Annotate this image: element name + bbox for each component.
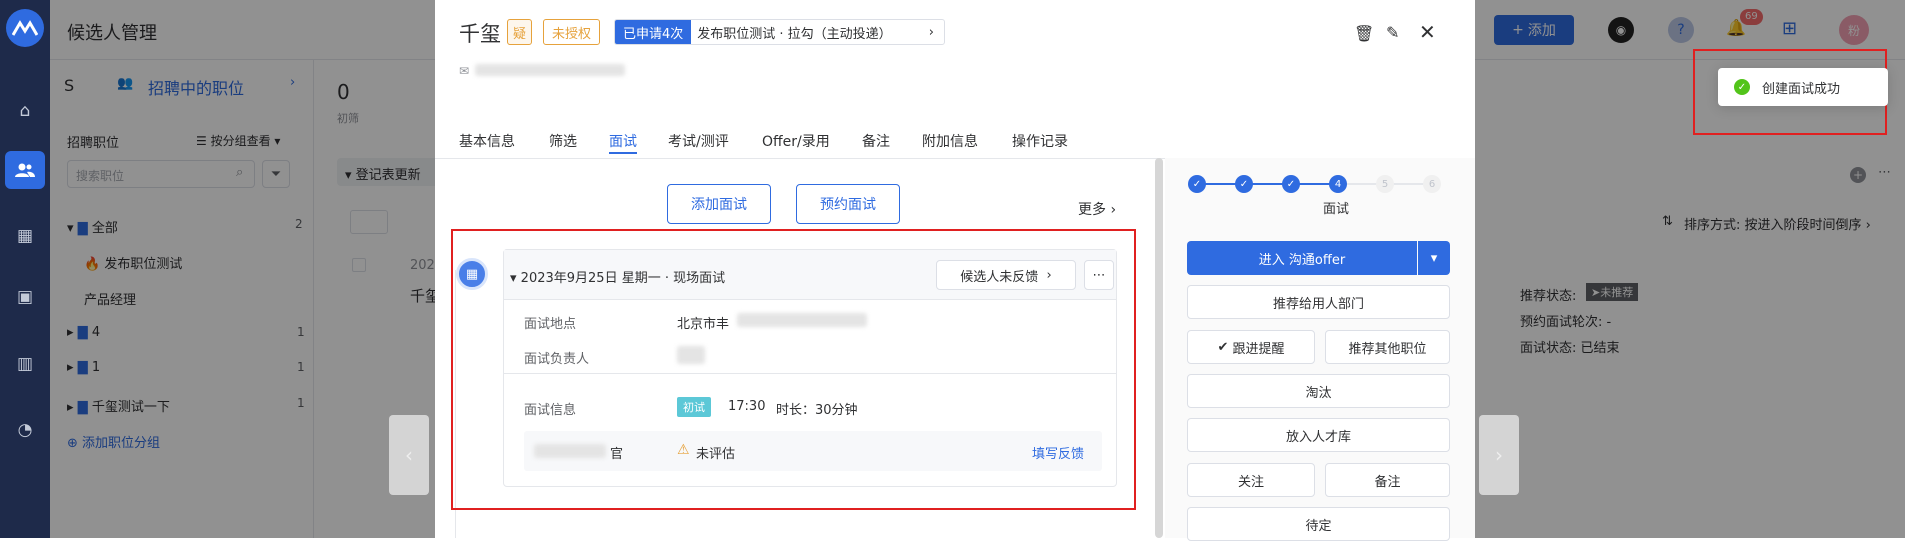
doubt-tag: 疑 <box>507 19 533 45</box>
chevron-right-icon: › <box>928 24 934 40</box>
stage-step-1: ✓ <box>1188 175 1206 193</box>
stage-step-5: 5 <box>1376 175 1394 193</box>
follow-up-reminder-button[interactable]: ✔ 跟进提醒 <box>1187 330 1315 364</box>
note-button[interactable]: 备注 <box>1325 463 1450 497</box>
tab-offer[interactable]: Offer/录用 <box>762 131 830 151</box>
success-check-icon: ✓ <box>1734 79 1750 95</box>
calendar-icon[interactable]: ▦ <box>12 223 38 249</box>
applied-count-badge: 已申请4次 <box>615 20 692 44</box>
book-icon[interactable]: ▥ <box>12 351 38 377</box>
tab-screening[interactable]: 筛选 <box>549 131 577 151</box>
stage-step-2: ✓ <box>1235 175 1253 193</box>
add-interview-button[interactable]: 添加面试 <box>667 184 771 224</box>
unauthorized-tag: 未授权 <box>543 19 601 45</box>
current-stage-label: 面试 <box>1323 202 1350 217</box>
candidates-icon[interactable] <box>5 151 45 189</box>
tab-exam[interactable]: 考试/测评 <box>668 131 729 151</box>
app-logo-icon[interactable] <box>6 9 44 47</box>
stage-progress-line <box>1195 183 1345 185</box>
chevron-right-icon: › <box>1495 443 1503 467</box>
application-selector[interactable]: 已申请4次 发布职位测试 · 拉勾（主动投递） › <box>614 19 945 45</box>
prev-candidate-button[interactable]: ‹ <box>389 415 429 495</box>
scrollbar[interactable] <box>1155 158 1163 538</box>
tab-operation-log[interactable]: 操作记录 <box>1012 131 1068 151</box>
pending-button[interactable]: 待定 <box>1187 507 1450 541</box>
stage-step-3: ✓ <box>1282 175 1300 193</box>
job-source-text: 发布职位测试 · 拉勾（主动投递） <box>697 26 892 42</box>
edit-icon[interactable]: ✎ <box>1386 23 1399 42</box>
check-circle-icon: ✔ <box>1217 339 1229 355</box>
enter-offer-stage-button[interactable]: 进入 沟通offer <box>1187 241 1417 275</box>
briefcase-icon[interactable]: ▣ <box>12 284 38 310</box>
success-toast: ✓ 创建面试成功 <box>1718 68 1888 106</box>
tab-basic-info[interactable]: 基本信息 <box>459 131 515 151</box>
toast-message: 创建面试成功 <box>1762 81 1841 97</box>
tab-notes[interactable]: 备注 <box>862 131 890 151</box>
recommend-other-job-button[interactable]: 推荐其他职位 <box>1325 330 1450 364</box>
follow-button[interactable]: 关注 <box>1187 463 1315 497</box>
schedule-interview-button[interactable]: 预约面试 <box>796 184 900 224</box>
eliminate-button[interactable]: 淘汰 <box>1187 374 1450 408</box>
talent-pool-button[interactable]: 放入人才库 <box>1187 418 1450 452</box>
mail-icon: ✉ <box>459 64 470 78</box>
next-candidate-button[interactable]: › <box>1479 415 1519 495</box>
chevron-left-icon: ‹ <box>405 443 413 467</box>
more-actions-link[interactable]: 更多 › <box>1078 199 1116 219</box>
redacted-email <box>475 64 625 76</box>
stage-step-6: 6 <box>1423 175 1441 193</box>
home-icon[interactable]: ⌂ <box>12 98 38 124</box>
active-tab-indicator <box>609 152 637 154</box>
candidate-name: 千玺 <box>459 22 501 46</box>
tab-interview[interactable]: 面试 <box>609 131 637 151</box>
interview-highlight-box <box>451 229 1136 510</box>
delete-icon[interactable]: 🗑 <box>1354 24 1374 43</box>
close-icon[interactable]: ✕ <box>1419 20 1436 44</box>
pie-chart-icon[interactable]: ◔ <box>12 417 38 443</box>
left-rail: ⌂ ▦ ▣ ▥ ◔ <box>0 0 50 538</box>
tab-extra-info[interactable]: 附加信息 <box>922 131 978 151</box>
chevron-down-icon[interactable]: ▾ <box>1418 241 1450 275</box>
recommend-dept-button[interactable]: 推荐给用人部门 <box>1187 285 1450 319</box>
stage-step-4: 4 <box>1329 175 1347 193</box>
